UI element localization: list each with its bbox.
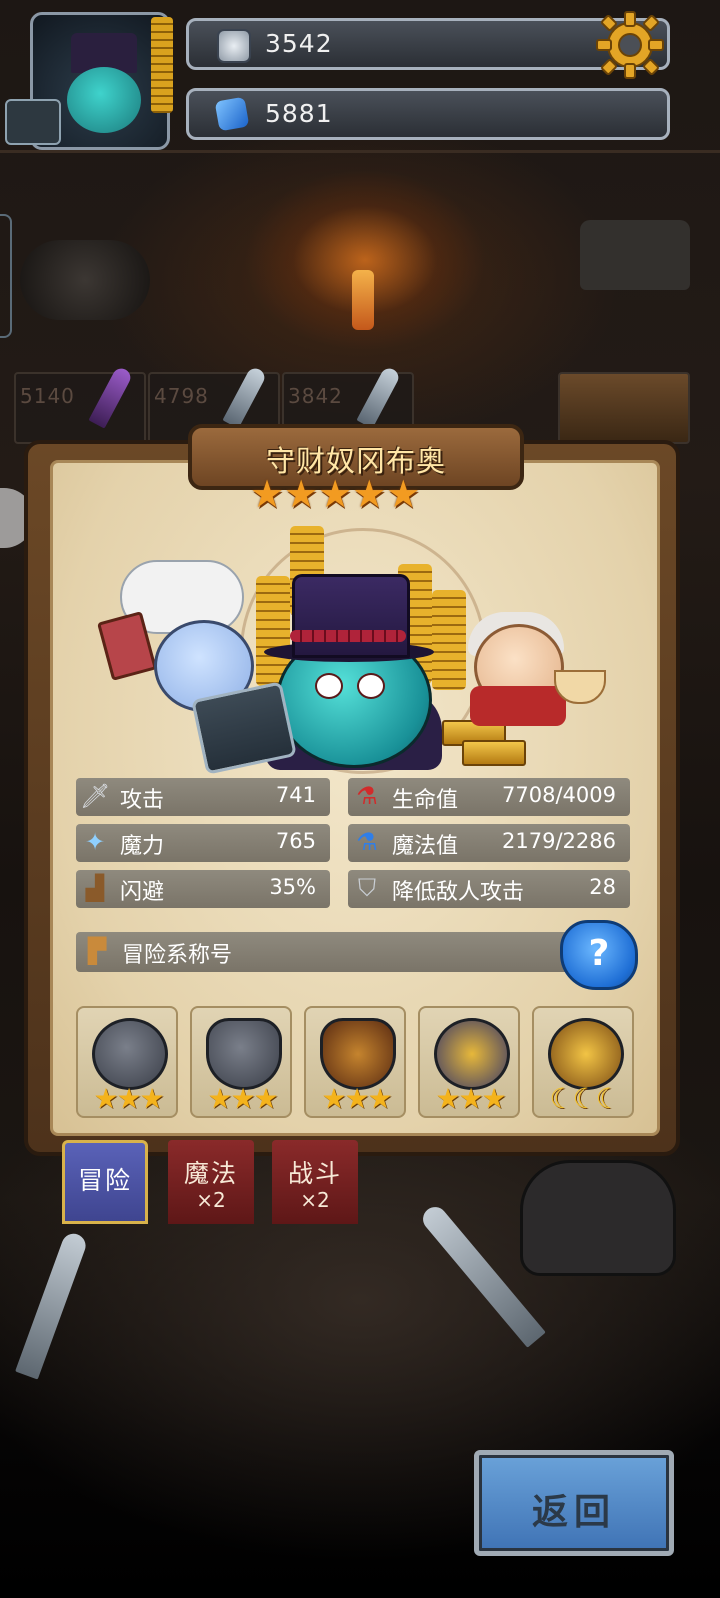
tab-multiplier: ×2 xyxy=(196,1188,226,1212)
sword-icon: 🗡 xyxy=(80,782,111,810)
stat-dodge: ▟ 闪避 35% xyxy=(76,870,330,908)
shelf-door xyxy=(558,372,690,444)
shelf-price: 3842 xyxy=(288,384,343,408)
question-icon: ? xyxy=(588,933,610,974)
tab-label: 冒险 xyxy=(77,1166,132,1195)
stat-label: 攻击 xyxy=(120,788,165,813)
badge-stars: ★★★ xyxy=(93,1082,164,1115)
title-section-label: 冒险系称号 xyxy=(122,943,233,968)
stat-mp: ⚗ 魔法值 2179/2286 xyxy=(348,824,630,862)
shelf-slot[interactable]: 5140 xyxy=(14,365,146,444)
eye xyxy=(357,673,385,699)
top-hat xyxy=(292,574,410,658)
player-avatar[interactable] xyxy=(5,12,173,150)
tab-combat[interactable]: 战斗 ×2 xyxy=(272,1140,358,1224)
tab-label: 魔法 xyxy=(183,1159,238,1188)
stat-attack: 🗡 攻击 741 xyxy=(76,778,330,816)
eye xyxy=(315,673,343,699)
laurel-treasure-icon xyxy=(434,1018,510,1090)
shield-icon: ⛉ xyxy=(358,874,376,902)
badge-moons: ☾☾☾ xyxy=(549,1082,620,1115)
side-handle xyxy=(0,214,12,338)
gold-bar xyxy=(462,740,526,766)
stat-value: 7708/4009 xyxy=(502,783,616,807)
coal-pile xyxy=(20,240,150,320)
telescope-icon xyxy=(92,1018,168,1090)
gear-icon[interactable] xyxy=(595,10,665,80)
stat-label: 降低敌人攻击 xyxy=(392,880,525,905)
avatar-coins xyxy=(151,17,173,113)
trophy-icon xyxy=(548,1018,624,1090)
tab-adventure[interactable]: 冒险 xyxy=(62,1140,148,1224)
title-badge-3[interactable]: ★★★ xyxy=(304,1006,406,1118)
money-bag-icon xyxy=(320,1018,396,1090)
stat-value: 741 xyxy=(275,783,316,807)
anvil xyxy=(580,220,690,290)
silver-coin-count: 3542 xyxy=(265,29,333,58)
sword-icon xyxy=(356,365,402,429)
stat-label: 闪避 xyxy=(120,880,165,905)
stat-label: 魔力 xyxy=(120,834,165,859)
badge-stars: ★★★ xyxy=(435,1082,506,1115)
stat-hp: ⚗ 生命值 7708/4009 xyxy=(348,778,630,816)
badge-stars: ★★★ xyxy=(207,1082,278,1115)
shield-crest-icon xyxy=(206,1018,282,1090)
title-scroll-icon: ▛ xyxy=(87,937,107,965)
gem-count: 5881 xyxy=(265,99,333,128)
badge-stars: ★★★ xyxy=(321,1082,392,1115)
sword-icon xyxy=(222,365,268,429)
stat-magic: ✦ 魔力 765 xyxy=(76,824,330,862)
stat-value: 35% xyxy=(269,875,316,899)
stat-value: 765 xyxy=(275,829,316,853)
stat-value: 2179/2286 xyxy=(502,829,616,853)
blue-potion-icon: ⚗ xyxy=(356,828,378,856)
stat-enemy-attack-down: ⛉ 降低敌人攻击 28 xyxy=(348,870,630,908)
hero-rating: ★★★★★ xyxy=(250,474,460,514)
floor-helmet xyxy=(520,1160,676,1276)
shelf-price: 4798 xyxy=(154,384,209,408)
tab-label: 战斗 xyxy=(287,1159,342,1188)
title-badge-2[interactable]: ★★★ xyxy=(190,1006,292,1118)
hero-portrait xyxy=(80,520,640,775)
back-label: 返回 xyxy=(531,1492,616,1533)
title-badge-1[interactable]: ★★★ xyxy=(76,1006,178,1118)
boot-icon: ▟ xyxy=(85,874,105,902)
blue-gem-icon xyxy=(214,96,250,132)
stat-value: 28 xyxy=(589,875,616,899)
elder-robe xyxy=(470,686,566,726)
avatar-creature xyxy=(67,67,141,133)
tab-multiplier: ×2 xyxy=(300,1188,330,1212)
coin-stack xyxy=(432,590,466,690)
shelf-price: 5140 xyxy=(20,384,75,408)
title-badge-5[interactable]: ☾☾☾ xyxy=(532,1006,634,1118)
bead-necklace xyxy=(290,630,406,642)
title-section-bar: ▛ 冒险系称号 xyxy=(76,932,590,972)
gem-bar[interactable]: 5881 xyxy=(186,88,670,140)
silver-coin-icon xyxy=(217,29,251,63)
wall-beam xyxy=(0,150,720,153)
red-potion-icon: ⚗ xyxy=(356,782,378,810)
molten-metal xyxy=(352,270,374,330)
calculator-icon xyxy=(5,99,61,145)
help-button[interactable]: ? xyxy=(560,920,638,990)
stat-label: 魔法值 xyxy=(392,834,459,859)
magic-staff-icon: ✦ xyxy=(84,828,106,856)
tab-magic[interactable]: 魔法 ×2 xyxy=(168,1140,254,1224)
stat-label: 生命值 xyxy=(392,788,459,813)
title-badge-4[interactable]: ★★★ xyxy=(418,1006,520,1118)
rating-stars: ★★★★★ xyxy=(250,472,421,516)
back-button[interactable]: 返回 xyxy=(474,1450,674,1556)
dagger-icon xyxy=(88,365,134,429)
